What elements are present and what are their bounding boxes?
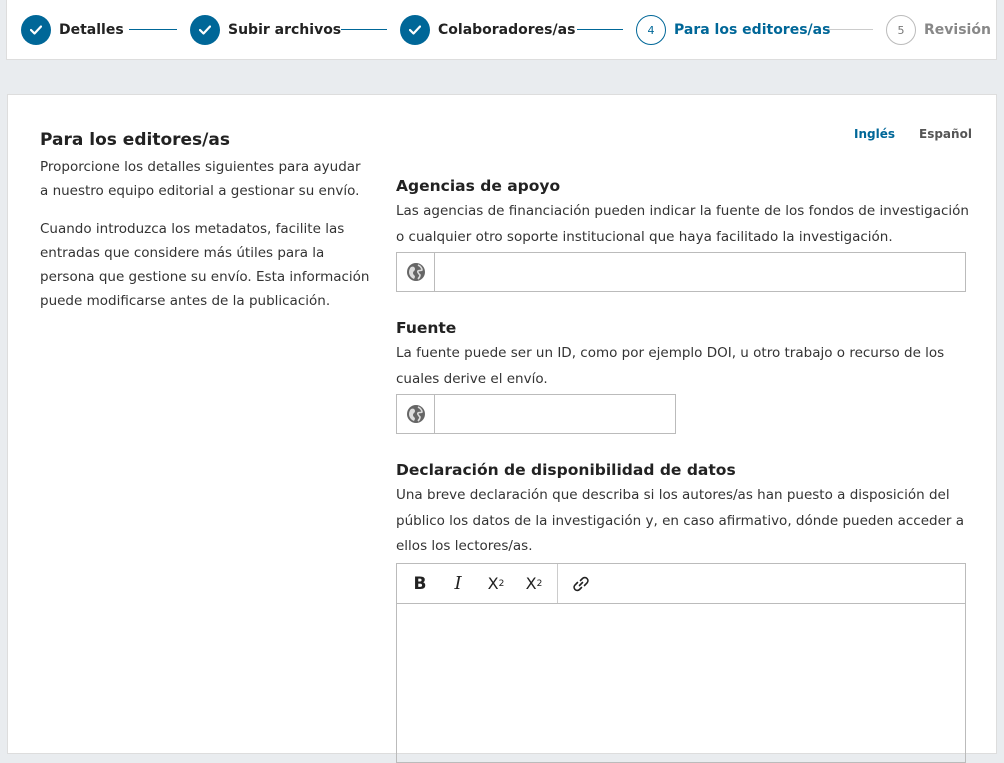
editor-toolbar: B I X2 X2 xyxy=(397,564,965,604)
subscript-glyph: X xyxy=(525,574,537,593)
check-icon xyxy=(190,15,220,45)
subscript-button[interactable]: X2 xyxy=(515,564,553,603)
data-availability-label: Declaración de disponibilidad de datos xyxy=(396,461,736,479)
section-title: Para los editores/as xyxy=(40,130,230,150)
language-tab-english[interactable]: Inglés xyxy=(854,127,895,141)
source-field xyxy=(396,394,676,434)
step-label: Detalles xyxy=(59,22,124,38)
data-availability-editor: B I X2 X2 xyxy=(396,563,966,763)
step-label: Revisión xyxy=(924,22,991,38)
check-icon xyxy=(400,15,430,45)
superscript-glyph: X xyxy=(487,574,499,593)
format-button-group: B I X2 X2 xyxy=(397,564,557,603)
superscript-button[interactable]: X2 xyxy=(477,564,515,603)
source-label: Fuente xyxy=(396,319,457,337)
source-input[interactable] xyxy=(435,395,675,433)
language-tab-spanish[interactable]: Español xyxy=(919,127,972,141)
globe-icon[interactable] xyxy=(397,253,435,291)
supporting-agencies-label: Agencias de apoyo xyxy=(396,177,561,195)
supporting-agencies-field xyxy=(396,252,966,292)
italic-button[interactable]: I xyxy=(439,564,477,603)
step-number: 4 xyxy=(636,15,666,45)
link-icon xyxy=(573,576,589,591)
for-editors-panel: Para los editores/as Proporcione los det… xyxy=(7,94,997,763)
rich-text-area[interactable] xyxy=(397,604,965,762)
globe-icon[interactable] xyxy=(397,395,435,433)
step-label: Colaboradores/as xyxy=(438,22,576,38)
step-upload-files[interactable]: Subir archivos xyxy=(190,14,341,46)
step-details[interactable]: Detalles xyxy=(21,14,124,46)
submission-stepper: Detalles Subir archivos Colaboradores/as… xyxy=(6,0,997,60)
source-description: La fuente puede ser un ID, como por ejem… xyxy=(396,345,945,387)
subscript-mark: 2 xyxy=(536,578,543,589)
data-availability-description: Una breve declaración que describa si lo… xyxy=(396,487,965,554)
step-label: Subir archivos xyxy=(228,22,342,38)
section-description: Proporcione los detalles siguientes para… xyxy=(40,159,361,199)
superscript-mark: 2 xyxy=(498,578,505,589)
step-for-editors[interactable]: 4 Para los editores/as xyxy=(636,14,830,46)
supporting-agencies-description: Las agencias de financiación pueden indi… xyxy=(396,203,969,245)
step-connector xyxy=(341,29,387,30)
step-connector xyxy=(827,29,873,30)
step-connector xyxy=(577,29,623,30)
step-number: 5 xyxy=(886,15,916,45)
supporting-agencies-input[interactable] xyxy=(435,253,965,291)
step-contributors[interactable]: Colaboradores/as xyxy=(400,14,575,46)
bold-button[interactable]: B xyxy=(401,564,439,603)
link-button[interactable] xyxy=(562,564,600,603)
section-help-text: Cuando introduzca los metadatos, facilit… xyxy=(40,221,370,309)
step-label: Para los editores/as xyxy=(674,22,831,38)
step-review[interactable]: 5 Revisión xyxy=(886,14,991,46)
check-icon xyxy=(21,15,51,45)
link-button-group xyxy=(557,564,604,603)
step-connector xyxy=(129,29,177,30)
